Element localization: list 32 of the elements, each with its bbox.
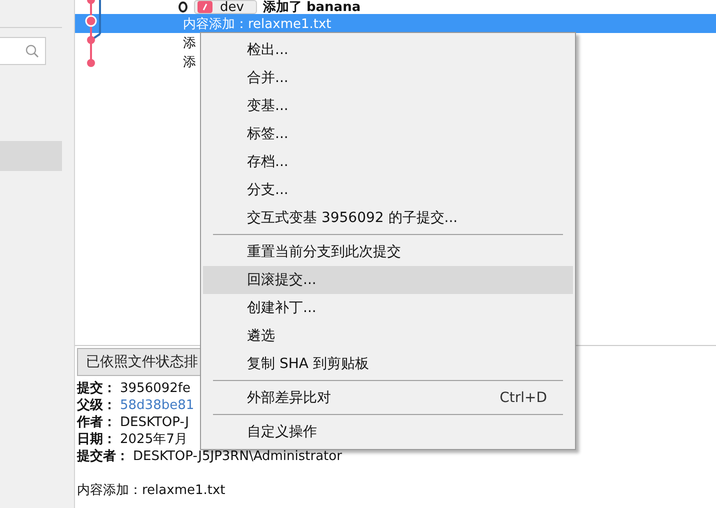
detail-value: DESKTOP-J [120, 414, 189, 431]
menu-item[interactable]: 交互式变基 3956092 的子提交... [203, 204, 573, 232]
menu-item[interactable]: 自定义操作 [203, 418, 573, 446]
detail-value: 3956092fe [120, 380, 190, 397]
detail-value: 2025年7月 [120, 431, 188, 448]
menu-item[interactable]: 创建补丁... [203, 294, 573, 322]
detail-label: 父级： [77, 397, 116, 414]
menu-item[interactable]: 合并... [203, 64, 573, 92]
menu-item[interactable]: 分支... [203, 176, 573, 204]
detail-label: 日期： [77, 431, 116, 448]
menu-item[interactable]: 变基... [203, 92, 573, 120]
menu-item[interactable]: 回滚提交... [203, 266, 573, 294]
branch-tag: dev [194, 0, 257, 14]
commit-message: 添加了 banana [262, 0, 361, 16]
commit-row[interactable]: dev 添加了 banana [75, 0, 716, 14]
ring-icon [178, 1, 188, 13]
parent-link[interactable]: 58d38be81 [120, 397, 194, 414]
menu-item[interactable]: 外部差异比对 Ctrl+D [203, 384, 573, 412]
detail-label: 提交： [77, 380, 116, 397]
menu-item[interactable]: 存档... [203, 148, 573, 176]
commit-message: 内容添加：relaxme1.txt [183, 16, 332, 32]
menu-item[interactable]: 遴选 [203, 322, 573, 350]
search-field[interactable] [0, 37, 46, 65]
tag-icon [195, 1, 215, 13]
menu-item[interactable]: 检出... [203, 36, 573, 64]
detail-label: 作者： [77, 414, 116, 431]
menu-item[interactable]: 重置当前分支到此次提交 [203, 238, 573, 266]
commit-message-text: 内容添加：relaxme1.txt [77, 482, 226, 499]
detail-label: 提交者： [77, 448, 129, 465]
detail-value: DESKTOP-J5JP3RN\Administrator [133, 448, 342, 465]
menu-item[interactable]: 标签... [203, 120, 573, 148]
search-icon [25, 44, 39, 58]
